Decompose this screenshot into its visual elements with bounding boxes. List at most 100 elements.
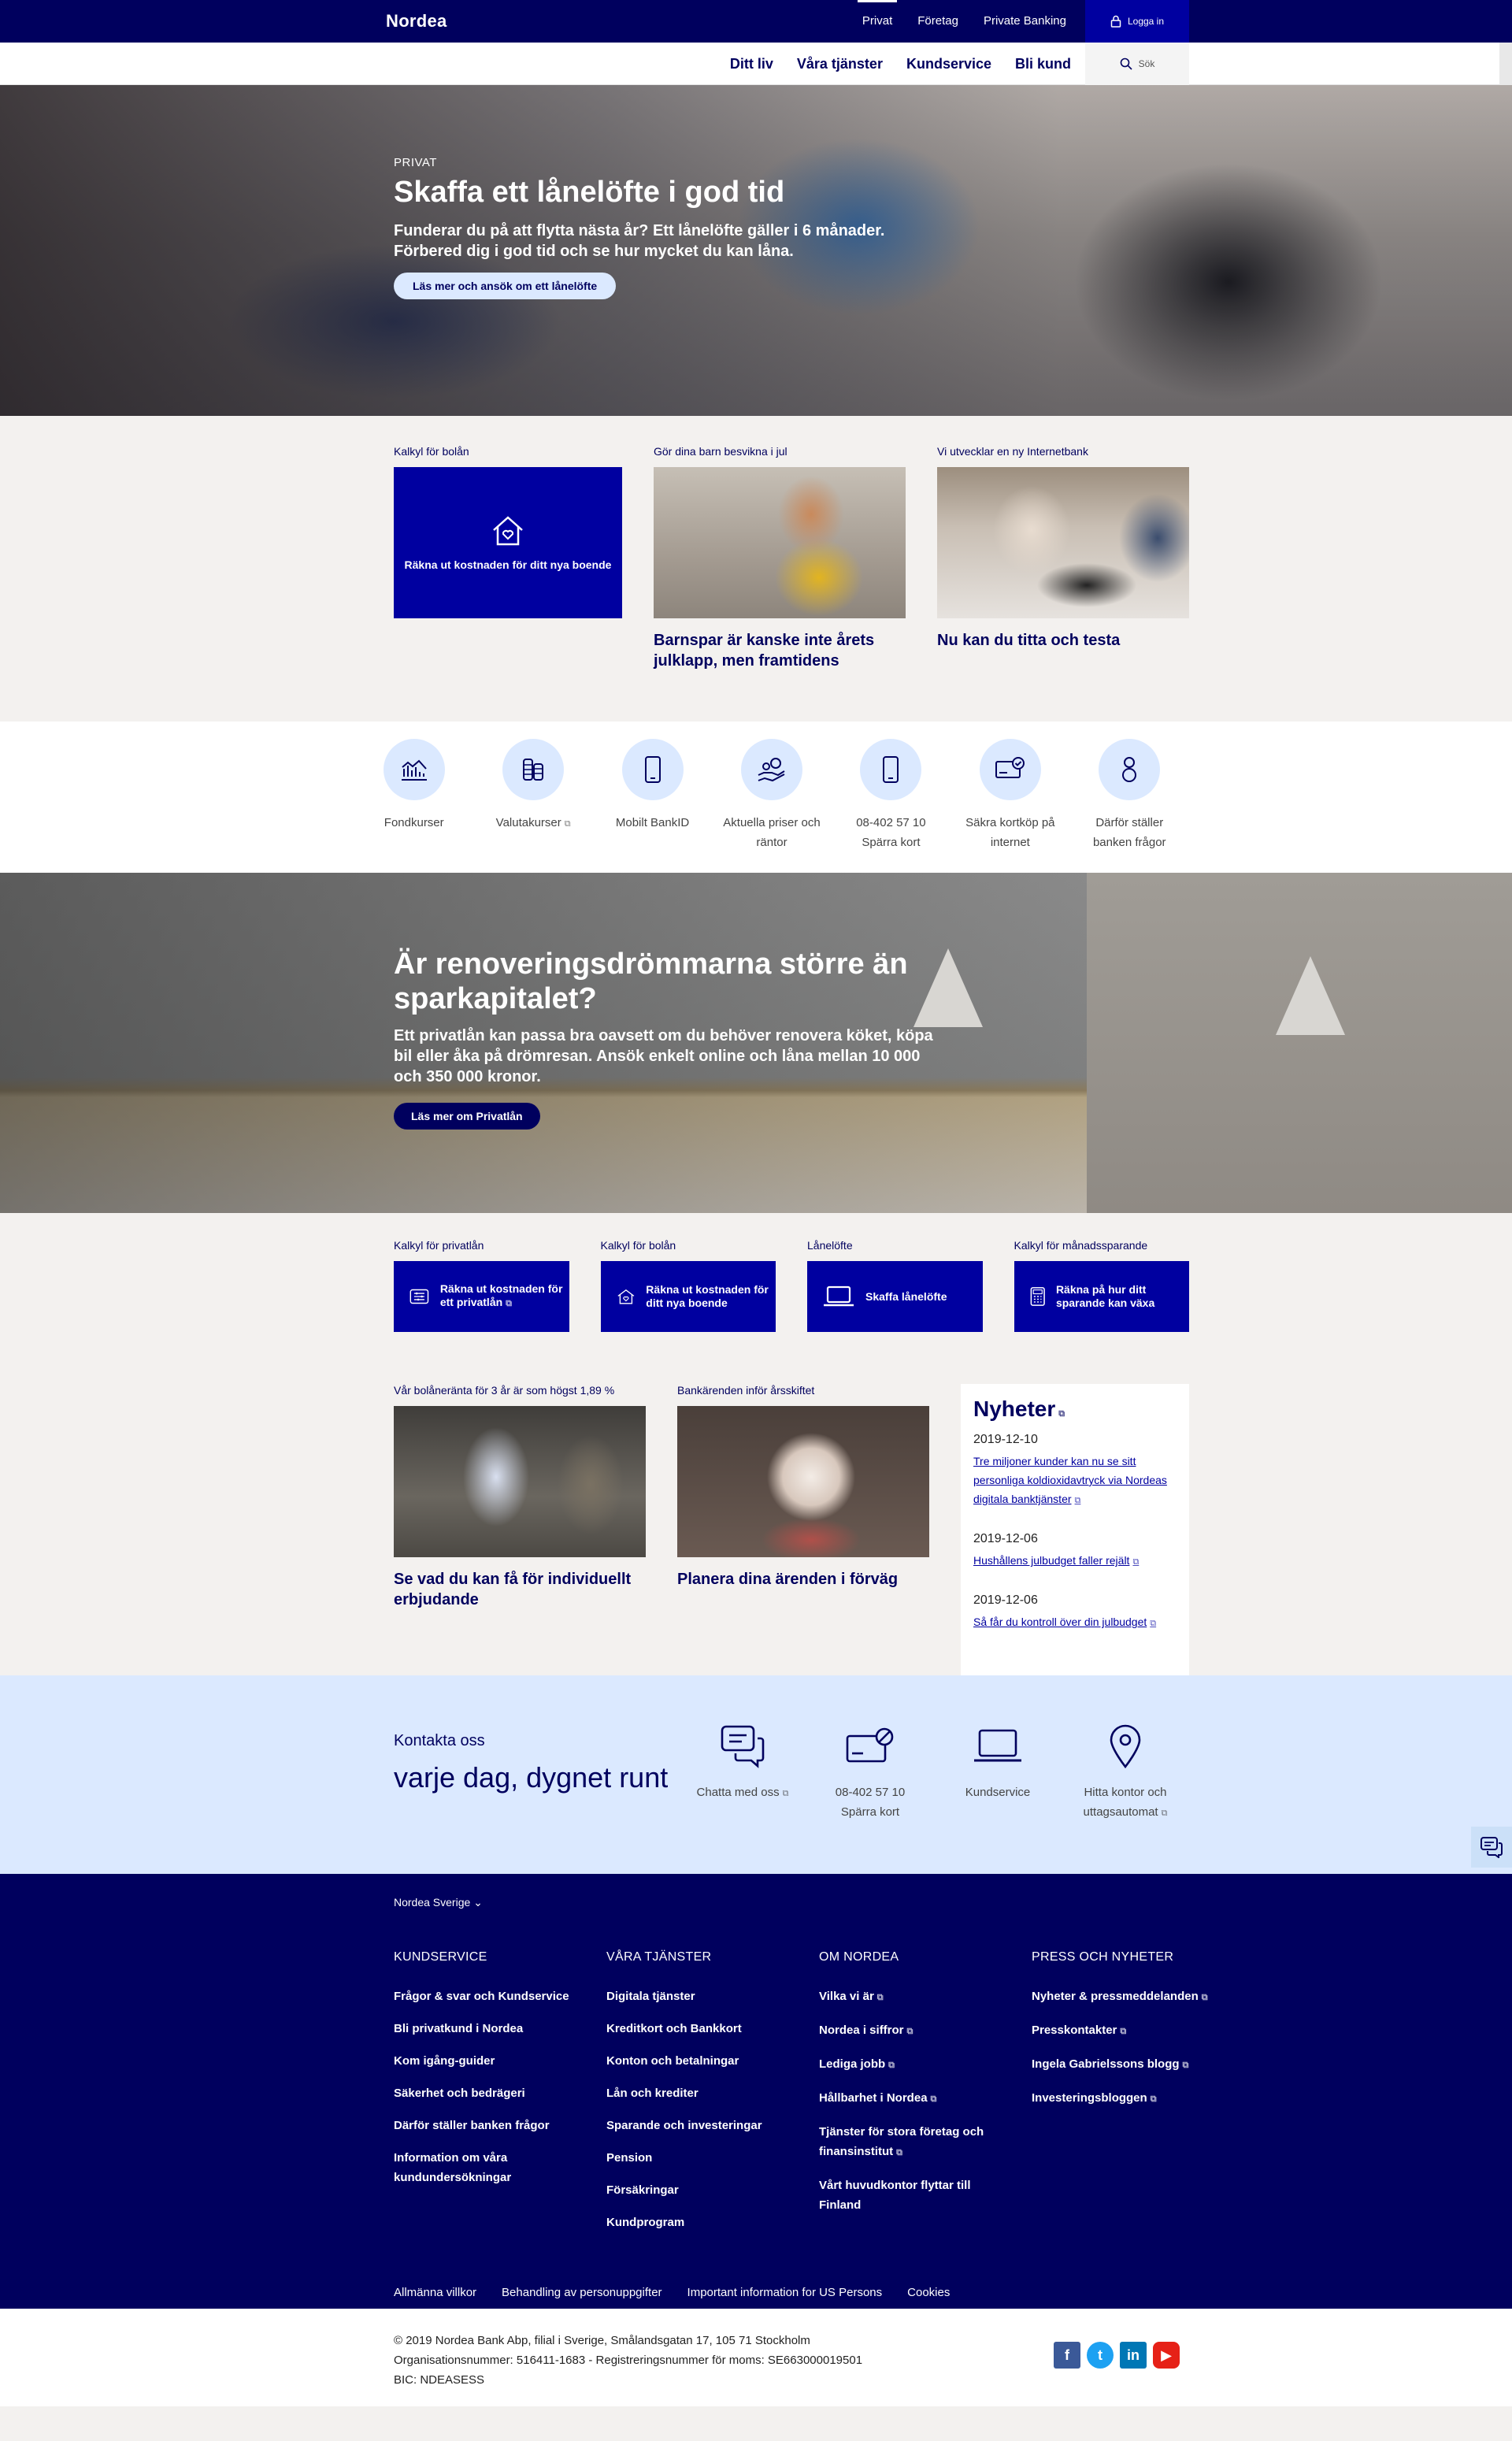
nav-kundservice[interactable]: Kundservice [906, 56, 991, 72]
card-barnspar[interactable]: Gör dina barn besvikna i jul Barnspar är… [654, 445, 906, 671]
news-date: 2019-12-10 [973, 1433, 1038, 1446]
footer-link[interactable]: Kom igång-guider [394, 2051, 575, 2071]
card-mortgage-calc[interactable]: Kalkyl för bolån Räkna ut kostnaden för … [394, 445, 622, 671]
card-label: Kalkyl för bolån [394, 445, 469, 458]
youtube-icon[interactable]: ▶ [1153, 2342, 1180, 2369]
quicklink-sakra-kortkop[interactable]: Säkra kortköp på internet [951, 739, 1069, 852]
calc-bolan[interactable]: Kalkyl för bolån Räkna ut kostnaden för … [600, 1239, 776, 1332]
card-arsskiftet[interactable]: Bankärenden inför årsskiftet Planera din… [677, 1384, 929, 1677]
card-bolaneranta[interactable]: Vår bolåneränta för 3 år är som högst 1,… [394, 1384, 646, 1677]
nav-bli-kund[interactable]: Bli kund [1015, 56, 1071, 72]
calc-manadssparande[interactable]: Kalkyl för månadssparande Räkna på hur d… [1014, 1239, 1189, 1332]
contact-eyebrow: Kontakta oss [394, 1732, 485, 1749]
calc-privatlan[interactable]: Kalkyl för privatlån Räkna ut kostnaden … [394, 1239, 569, 1332]
calc-box[interactable]: Räkna ut kostnaden för ditt nya boende [600, 1261, 776, 1332]
nordea-logo[interactable]: Nordea [386, 11, 447, 32]
card-title[interactable]: Barnspar är kanske inte årets julklapp, … [654, 630, 906, 671]
footer-col-title: OM NORDEA [819, 1950, 899, 1964]
news-link[interactable]: Hushållens julbudget faller rejält [973, 1554, 1139, 1567]
footer-link[interactable]: Bli privatkund i Nordea [394, 2019, 575, 2038]
footer-link[interactable]: Digitala tjänster [606, 1987, 788, 2006]
news-title[interactable]: Nyheter [973, 1397, 1177, 1422]
laptop-icon [934, 1721, 1062, 1771]
news-link[interactable]: Så får du kontroll över din julbudget [973, 1616, 1156, 1628]
footer-link[interactable]: Konton och betalningar [606, 2051, 788, 2071]
footer-link[interactable]: Ingela Gabrielssons blogg [1032, 2054, 1213, 2076]
nav-foretag[interactable]: Företag [905, 0, 971, 43]
footer-link[interactable]: Pension [606, 2148, 788, 2168]
search-icon [1120, 58, 1132, 70]
calc-box[interactable]: Skaffa lånelöfte [807, 1261, 983, 1332]
footer-link[interactable]: Investeringsbloggen [1032, 2088, 1213, 2109]
mortgage-calc-box[interactable]: Räkna ut kostnaden för ditt nya boende [394, 467, 622, 618]
contact-hitta-kontor[interactable]: Hitta kontor och uttagsautomat [1062, 1721, 1189, 1823]
quicklink-sparra-kort[interactable]: 08-402 57 10 Spärra kort [832, 739, 951, 852]
calc-box[interactable]: Räkna på hur ditt sparande kan växa [1014, 1261, 1189, 1332]
card-title[interactable]: Nu kan du titta och testa [937, 630, 1189, 651]
legal-link[interactable]: Cookies [907, 2286, 950, 2299]
chart-icon [383, 739, 445, 800]
quicklink-bankid[interactable]: Mobilt BankID [593, 739, 712, 852]
quicklink-fondkurser[interactable]: Fondkurser [354, 739, 473, 852]
legal-link[interactable]: Behandling av personuppgifter [502, 2286, 662, 2299]
quicklink-priser[interactable]: Aktuella priser och räntor [712, 739, 831, 852]
quicklink-label: Därför ställer banken frågor [1092, 816, 1166, 849]
legal-link[interactable]: Allmänna villkor [394, 2286, 476, 2299]
footer-link[interactable]: Säkerhet och bedrägeri [394, 2083, 575, 2103]
footer-link[interactable]: Vårt huvudkontor flyttar till Finland [819, 2176, 1000, 2215]
legal-link[interactable]: Important information for US Persons [687, 2286, 883, 2299]
scrollbar[interactable] [1499, 43, 1512, 85]
nav-vara-tjanster[interactable]: Våra tjänster [797, 56, 883, 72]
copyright-line: © 2019 Nordea Bank Abp, filial i Sverige… [394, 2334, 810, 2347]
contact-kundservice[interactable]: Kundservice [934, 1721, 1062, 1823]
login-button[interactable]: Logga in [1085, 0, 1189, 43]
quick-links: Fondkurser Valutakurser Mobilt BankID Ak… [0, 722, 1512, 873]
calc-lanelofte[interactable]: Lånelöfte Skaffa lånelöfte [807, 1239, 983, 1332]
footer-link[interactable]: Därför ställer banken frågor [394, 2116, 575, 2135]
quicklink-label: Valutakurser [473, 813, 592, 834]
quicklink-label: Säkra kortköp på internet [965, 816, 1055, 849]
hero-cta-button[interactable]: Läs mer och ansök om ett lånelöfte [394, 273, 617, 299]
privatlan-cta-button[interactable]: Läs mer om Privatlån [394, 1103, 540, 1130]
quicklink-valutakurser[interactable]: Valutakurser [473, 739, 592, 852]
card-internetbank[interactable]: Vi utvecklar en ny Internetbank Nu kan d… [937, 445, 1189, 671]
quicklink-fragor[interactable]: Därför ställer banken frågor [1070, 739, 1189, 852]
footer-link[interactable]: Presskontakter [1032, 2020, 1213, 2042]
hero-text: Funderar du på att flytta nästa år? Ett … [394, 222, 885, 260]
nav-private-banking[interactable]: Private Banking [971, 0, 1079, 43]
linkedin-icon[interactable]: in [1120, 2342, 1147, 2369]
footer-link[interactable]: Sparande och investeringar [606, 2116, 788, 2135]
news-link[interactable]: Tre miljoner kunder kan nu se sitt perso… [973, 1455, 1167, 1505]
footer-link[interactable]: Tjänster för stora företag och finansins… [819, 2122, 1000, 2163]
footer-link[interactable]: Frågor & svar och Kundservice [394, 1987, 575, 2006]
footer-link[interactable]: Hållbarhet i Nordea [819, 2088, 1000, 2109]
facebook-icon[interactable]: f [1054, 2342, 1080, 2369]
contact-sparra-kort[interactable]: 08-402 57 10 Spärra kort [806, 1721, 934, 1823]
card-title[interactable]: Planera dina ärenden i förväg [677, 1569, 929, 1590]
twitter-icon[interactable]: t [1087, 2342, 1114, 2369]
footer-link[interactable]: Information om våra kundundersökningar [394, 2148, 575, 2187]
footer-link[interactable]: Lediga jobb [819, 2054, 1000, 2076]
footer-link[interactable]: Försäkringar [606, 2180, 788, 2200]
card-label: Bankärenden inför årsskiftet [677, 1384, 815, 1397]
region-selector[interactable]: Nordea Sverige ⌄ [394, 1896, 1189, 1909]
contact-chat[interactable]: Chatta med oss [679, 1721, 806, 1823]
nav-privat[interactable]: Privat [850, 0, 905, 43]
nav-ditt-liv[interactable]: Ditt liv [730, 56, 773, 72]
calc-box[interactable]: Räkna ut kostnaden för ett privatlån [394, 1261, 569, 1332]
chat-fab-button[interactable] [1471, 1827, 1512, 1868]
card-block-icon [806, 1721, 934, 1771]
footer-link[interactable]: Lån och krediter [606, 2083, 788, 2103]
footer-link[interactable]: Nyheter & pressmeddelanden [1032, 1987, 1213, 2008]
chevron-down-icon: ⌄ [473, 1896, 483, 1909]
quicklink-label: 08-402 57 10 Spärra kort [856, 816, 926, 849]
news-date: 2019-12-06 [973, 1593, 1038, 1607]
footer-link[interactable]: Nordea i siffror [819, 2020, 1000, 2042]
footer-link[interactable]: Kundprogram [606, 2213, 788, 2232]
hand-coins-icon [740, 739, 802, 800]
card-title[interactable]: Se vad du kan få för individuellt erbjud… [394, 1569, 646, 1610]
footer-link[interactable]: Vilka vi är [819, 1987, 1000, 2008]
snow-globe-photo [677, 1406, 929, 1557]
footer-link[interactable]: Kreditkort och Bankkort [606, 2019, 788, 2038]
search-button[interactable]: Sök [1085, 43, 1189, 85]
